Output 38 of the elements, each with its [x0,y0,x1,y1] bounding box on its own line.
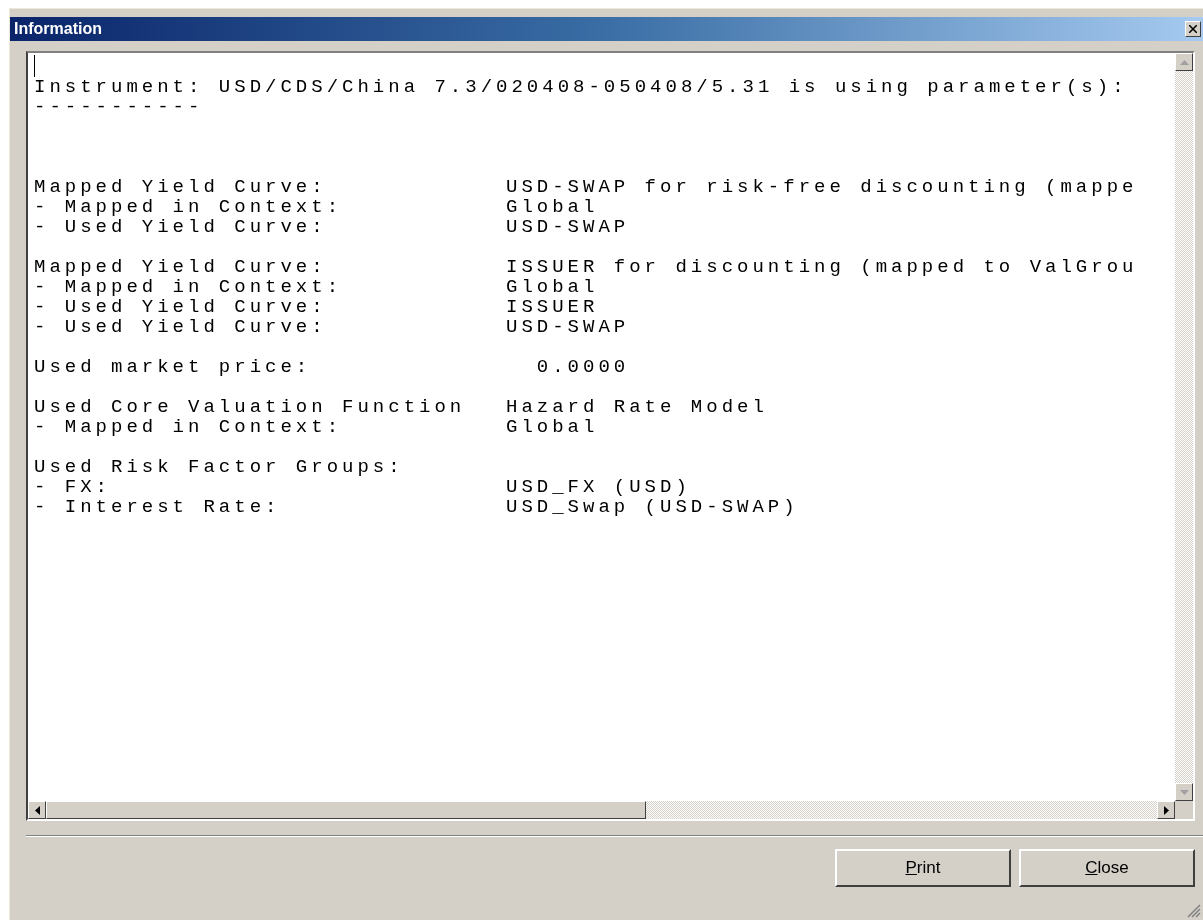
parameter-label: - Used Yield Curve: [34,317,328,337]
text-caret [34,55,35,77]
parameter-value: Global [506,417,599,437]
parameter-label: - Mapped in Context: [34,197,344,217]
parameter-label: Mapped Yield Curve: [34,177,328,197]
parameter-label: Used market price: [34,357,313,377]
parameter-value: Hazard Rate Model [506,397,768,417]
parameter-value: USD-SWAP [506,217,630,237]
resize-grip-icon[interactable] [1187,904,1201,918]
window-title: Information [14,20,102,38]
text-area[interactable] [28,53,1175,801]
instrument-line: Instrument: USD/CDS/China 7.3/020408-050408/5.31 is using parameter(s): [34,77,1129,97]
parameter-value: Global [506,197,599,217]
parameter-label: - Interest Rate: [34,497,282,517]
parameter-label: - Used Yield Curve: [34,217,328,237]
scroll-up-icon[interactable] [1175,53,1193,71]
dashed-rule: ----------- [34,97,205,117]
parameter-label: - FX: [34,477,112,497]
dialog-button[interactable]: Close [1019,849,1195,887]
dialog-button[interactable]: Print [835,849,1011,887]
parameter-value: ISSUER [506,297,599,317]
scroll-left-icon[interactable] [28,801,46,819]
scroll-right-icon[interactable] [1157,801,1175,819]
parameter-label: Used Core Valuation Function [34,397,467,417]
parameter-label: Mapped Yield Curve: [34,257,328,277]
parameter-value: ISSUER for discounting (mapped to ValGrou [506,257,1138,277]
parameter-value: USD_FX (USD) [506,477,691,497]
parameter-value: USD_Swap (USD-SWAP) [506,497,799,517]
parameter-value: USD-SWAP [506,317,630,337]
parameter-label: - Mapped in Context: [34,417,344,437]
parameter-label: - Mapped in Context: [34,277,344,297]
scroll-down-icon[interactable] [1175,783,1193,801]
parameter-value: Global [506,277,599,297]
parameter-label: - Used Yield Curve: [34,297,328,317]
parameter-value: USD-SWAP for risk-free discounting (mappe [506,177,1138,197]
parameter-label: Used Risk Factor Groups: [34,457,405,477]
close-icon[interactable] [1185,21,1201,37]
parameter-value: 0.0000 [535,357,630,377]
